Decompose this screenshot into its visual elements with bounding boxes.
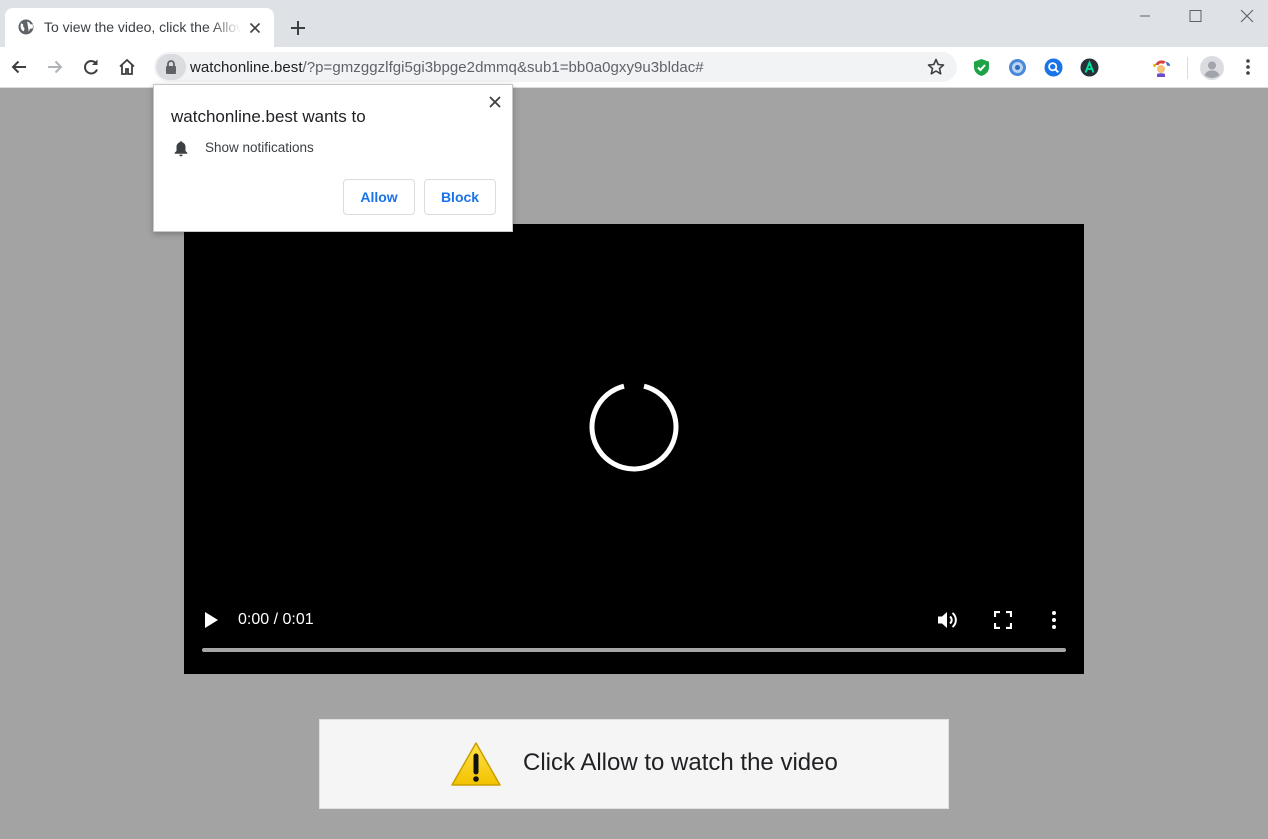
fullscreen-icon[interactable] <box>994 611 1012 629</box>
lock-icon <box>166 60 176 74</box>
browser-toolbar: watchonline.best/?p=gmzggzlfgi5gi3bpge2d… <box>0 47 1268 88</box>
play-icon[interactable] <box>202 610 220 630</box>
extension-globe-icon[interactable] <box>1008 58 1027 77</box>
close-icon[interactable] <box>488 95 502 109</box>
block-button[interactable]: Block <box>424 179 496 215</box>
video-options-icon[interactable] <box>1050 610 1058 630</box>
extension-a-icon[interactable] <box>1080 58 1099 77</box>
allow-banner: Click Allow to watch the video <box>319 719 949 809</box>
banner-text: Click Allow to watch the video <box>523 749 838 776</box>
toolbar-separator <box>1187 57 1188 79</box>
video-player[interactable]: 0:00 / 0:01 <box>184 224 1084 674</box>
window-close-icon[interactable] <box>1222 0 1268 32</box>
permission-text: Show notifications <box>205 140 314 155</box>
bell-icon <box>174 141 188 157</box>
reload-icon[interactable] <box>81 57 101 77</box>
video-progress-bar[interactable] <box>202 648 1066 652</box>
loading-spinner-icon <box>589 383 679 472</box>
url-path: /?p=gmzggzlfgi5gi3bpge2dmmq&sub1=bb0a0gx… <box>302 59 704 76</box>
browser-menu-icon[interactable] <box>1238 57 1258 77</box>
jester-extension-icon[interactable] <box>1151 57 1172 78</box>
globe-icon <box>18 19 34 35</box>
tab-strip: To view the video, click the Allow butto… <box>0 0 1268 47</box>
new-tab-icon[interactable] <box>287 17 309 39</box>
browser-tab[interactable]: To view the video, click the Allow butto… <box>5 8 274 47</box>
url-text[interactable]: watchonline.best/?p=gmzggzlfgi5gi3bpge2d… <box>190 59 704 76</box>
allow-button[interactable]: Allow <box>343 179 415 215</box>
video-time: 0:00 / 0:01 <box>238 611 314 628</box>
maximize-icon[interactable] <box>1172 0 1218 32</box>
address-bar[interactable]: watchonline.best/?p=gmzggzlfgi5gi3bpge2d… <box>154 52 957 82</box>
url-host: watchonline.best <box>190 59 303 76</box>
volume-icon[interactable] <box>936 609 960 631</box>
notification-prompt: watchonline.best wants to Show notificat… <box>153 84 513 232</box>
minimize-icon[interactable] <box>1122 0 1168 32</box>
prompt-title: watchonline.best wants to <box>171 107 366 126</box>
search-extension-icon[interactable] <box>1044 58 1063 77</box>
close-tab-icon[interactable] <box>247 20 263 36</box>
profile-avatar-icon[interactable] <box>1200 56 1224 80</box>
shield-check-icon[interactable] <box>972 58 991 77</box>
warning-icon <box>451 742 501 786</box>
site-info-button[interactable] <box>156 54 186 80</box>
home-icon[interactable] <box>117 57 137 77</box>
tab-title: To view the video, click the Allow butto… <box>44 19 241 35</box>
forward-arrow-icon[interactable] <box>45 57 65 77</box>
back-arrow-icon[interactable] <box>9 57 29 77</box>
bookmark-star-icon[interactable] <box>926 57 946 77</box>
